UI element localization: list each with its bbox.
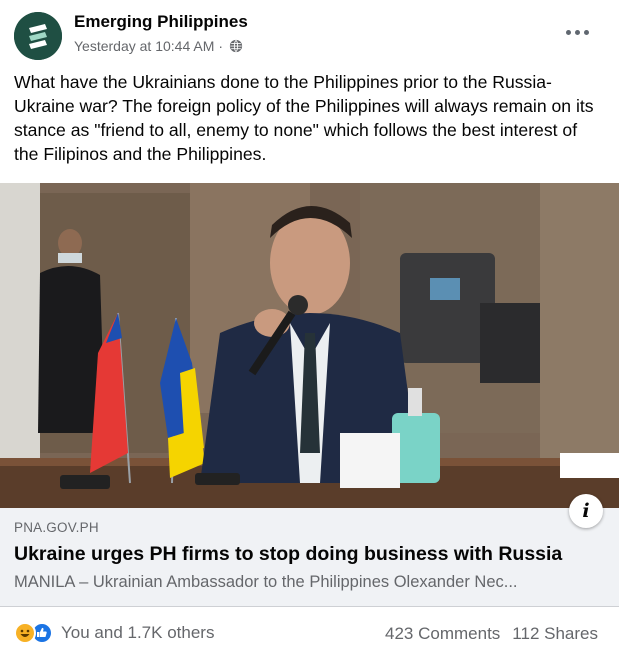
more-dot [574, 29, 580, 35]
haha-reaction-icon [14, 622, 36, 644]
page-name-link[interactable]: Emerging Philippines [74, 12, 248, 32]
page-avatar[interactable] [14, 12, 62, 60]
meta-separator: · [218, 38, 224, 54]
link-headline[interactable]: Ukraine urges PH firms to stop doing bus… [14, 543, 562, 566]
ambassador-photo [0, 183, 619, 508]
reactions-summary[interactable]: You and 1.7K others [14, 622, 214, 644]
more-dot [583, 29, 589, 35]
post-text: What have the Ukrainians done to the Phi… [14, 72, 594, 164]
more-options-icon [565, 29, 571, 35]
link-domain: PNA.GOV.PH [14, 520, 99, 535]
comments-count[interactable]: 423 Comments [385, 624, 500, 644]
link-snippet: MANILA – Ukrainian Ambassador to the Phi… [14, 573, 518, 591]
post-meta: Yesterday at 10:44 AM · [74, 38, 243, 54]
reaction-count[interactable]: You and 1.7K others [61, 623, 214, 643]
globe-icon [229, 39, 243, 53]
info-icon: i [582, 500, 590, 522]
post-timestamp[interactable]: Yesterday at 10:44 AM [74, 38, 214, 54]
engagement-stats: 423 Comments 112 Shares [385, 624, 598, 644]
post-photo[interactable] [0, 183, 619, 508]
page-logo-icon [14, 12, 62, 60]
info-button[interactable]: i [569, 494, 603, 528]
post-card: Emerging Philippines Yesterday at 10:44 … [0, 0, 619, 656]
link-preview[interactable]: PNA.GOV.PH Ukraine urges PH firms to sto… [0, 494, 619, 607]
more-options-button[interactable] [559, 20, 595, 44]
shares-count[interactable]: 112 Shares [512, 624, 598, 644]
